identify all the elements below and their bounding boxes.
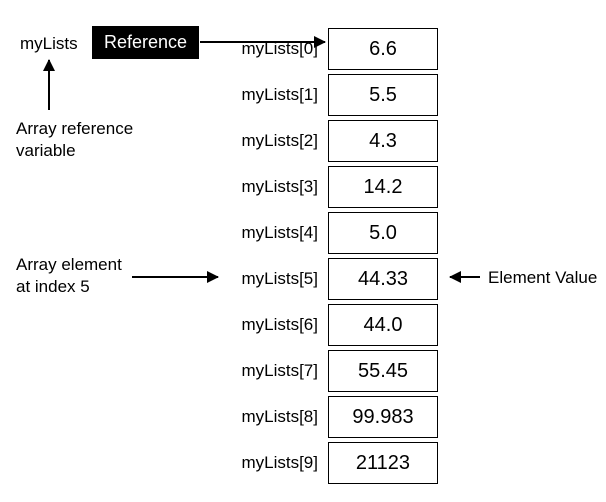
index-label: myLists[9] [228, 453, 318, 473]
index-label: myLists[3] [228, 177, 318, 197]
array-cell: 99.983 [328, 396, 438, 438]
index-label: myLists[8] [228, 407, 318, 427]
array-row: myLists[5] 44.33 [228, 258, 438, 300]
caption-element-value: Element Value [488, 267, 597, 289]
variable-name: myLists [20, 34, 78, 54]
arrow-caption-to-index5 [132, 276, 218, 278]
array-row: myLists[6] 44.0 [228, 304, 438, 346]
array-row: myLists[7] 55.45 [228, 350, 438, 392]
array-cell: 14.2 [328, 166, 438, 208]
array-row: myLists[9] 21123 [228, 442, 438, 484]
array-cell: 44.33 [328, 258, 438, 300]
caption-array-reference-variable: Array reference variable [16, 118, 133, 162]
arrow-caption-to-variable [48, 60, 50, 110]
array-row: myLists[4] 5.0 [228, 212, 438, 254]
array-row: myLists[0] 6.6 [228, 28, 438, 70]
index-label: myLists[2] [228, 131, 318, 151]
reference-box: Reference [92, 26, 199, 59]
index-label: myLists[4] [228, 223, 318, 243]
array-row: myLists[8] 99.983 [228, 396, 438, 438]
array-row: myLists[3] 14.2 [228, 166, 438, 208]
array-cell: 6.6 [328, 28, 438, 70]
array-cell: 4.3 [328, 120, 438, 162]
array-cell: 55.45 [328, 350, 438, 392]
index-label: myLists[6] [228, 315, 318, 335]
array-cell: 5.5 [328, 74, 438, 116]
arrow-element-value-to-cell [450, 276, 480, 278]
array-cell: 5.0 [328, 212, 438, 254]
array-row: myLists[1] 5.5 [228, 74, 438, 116]
caption-array-element-at-index: Array element at index 5 [16, 254, 122, 298]
index-label: myLists[7] [228, 361, 318, 381]
array-cell: 44.0 [328, 304, 438, 346]
index-label: myLists[0] [228, 39, 318, 59]
index-label: myLists[1] [228, 85, 318, 105]
array-cell: 21123 [328, 442, 438, 484]
index-label: myLists[5] [228, 269, 318, 289]
array-row: myLists[2] 4.3 [228, 120, 438, 162]
